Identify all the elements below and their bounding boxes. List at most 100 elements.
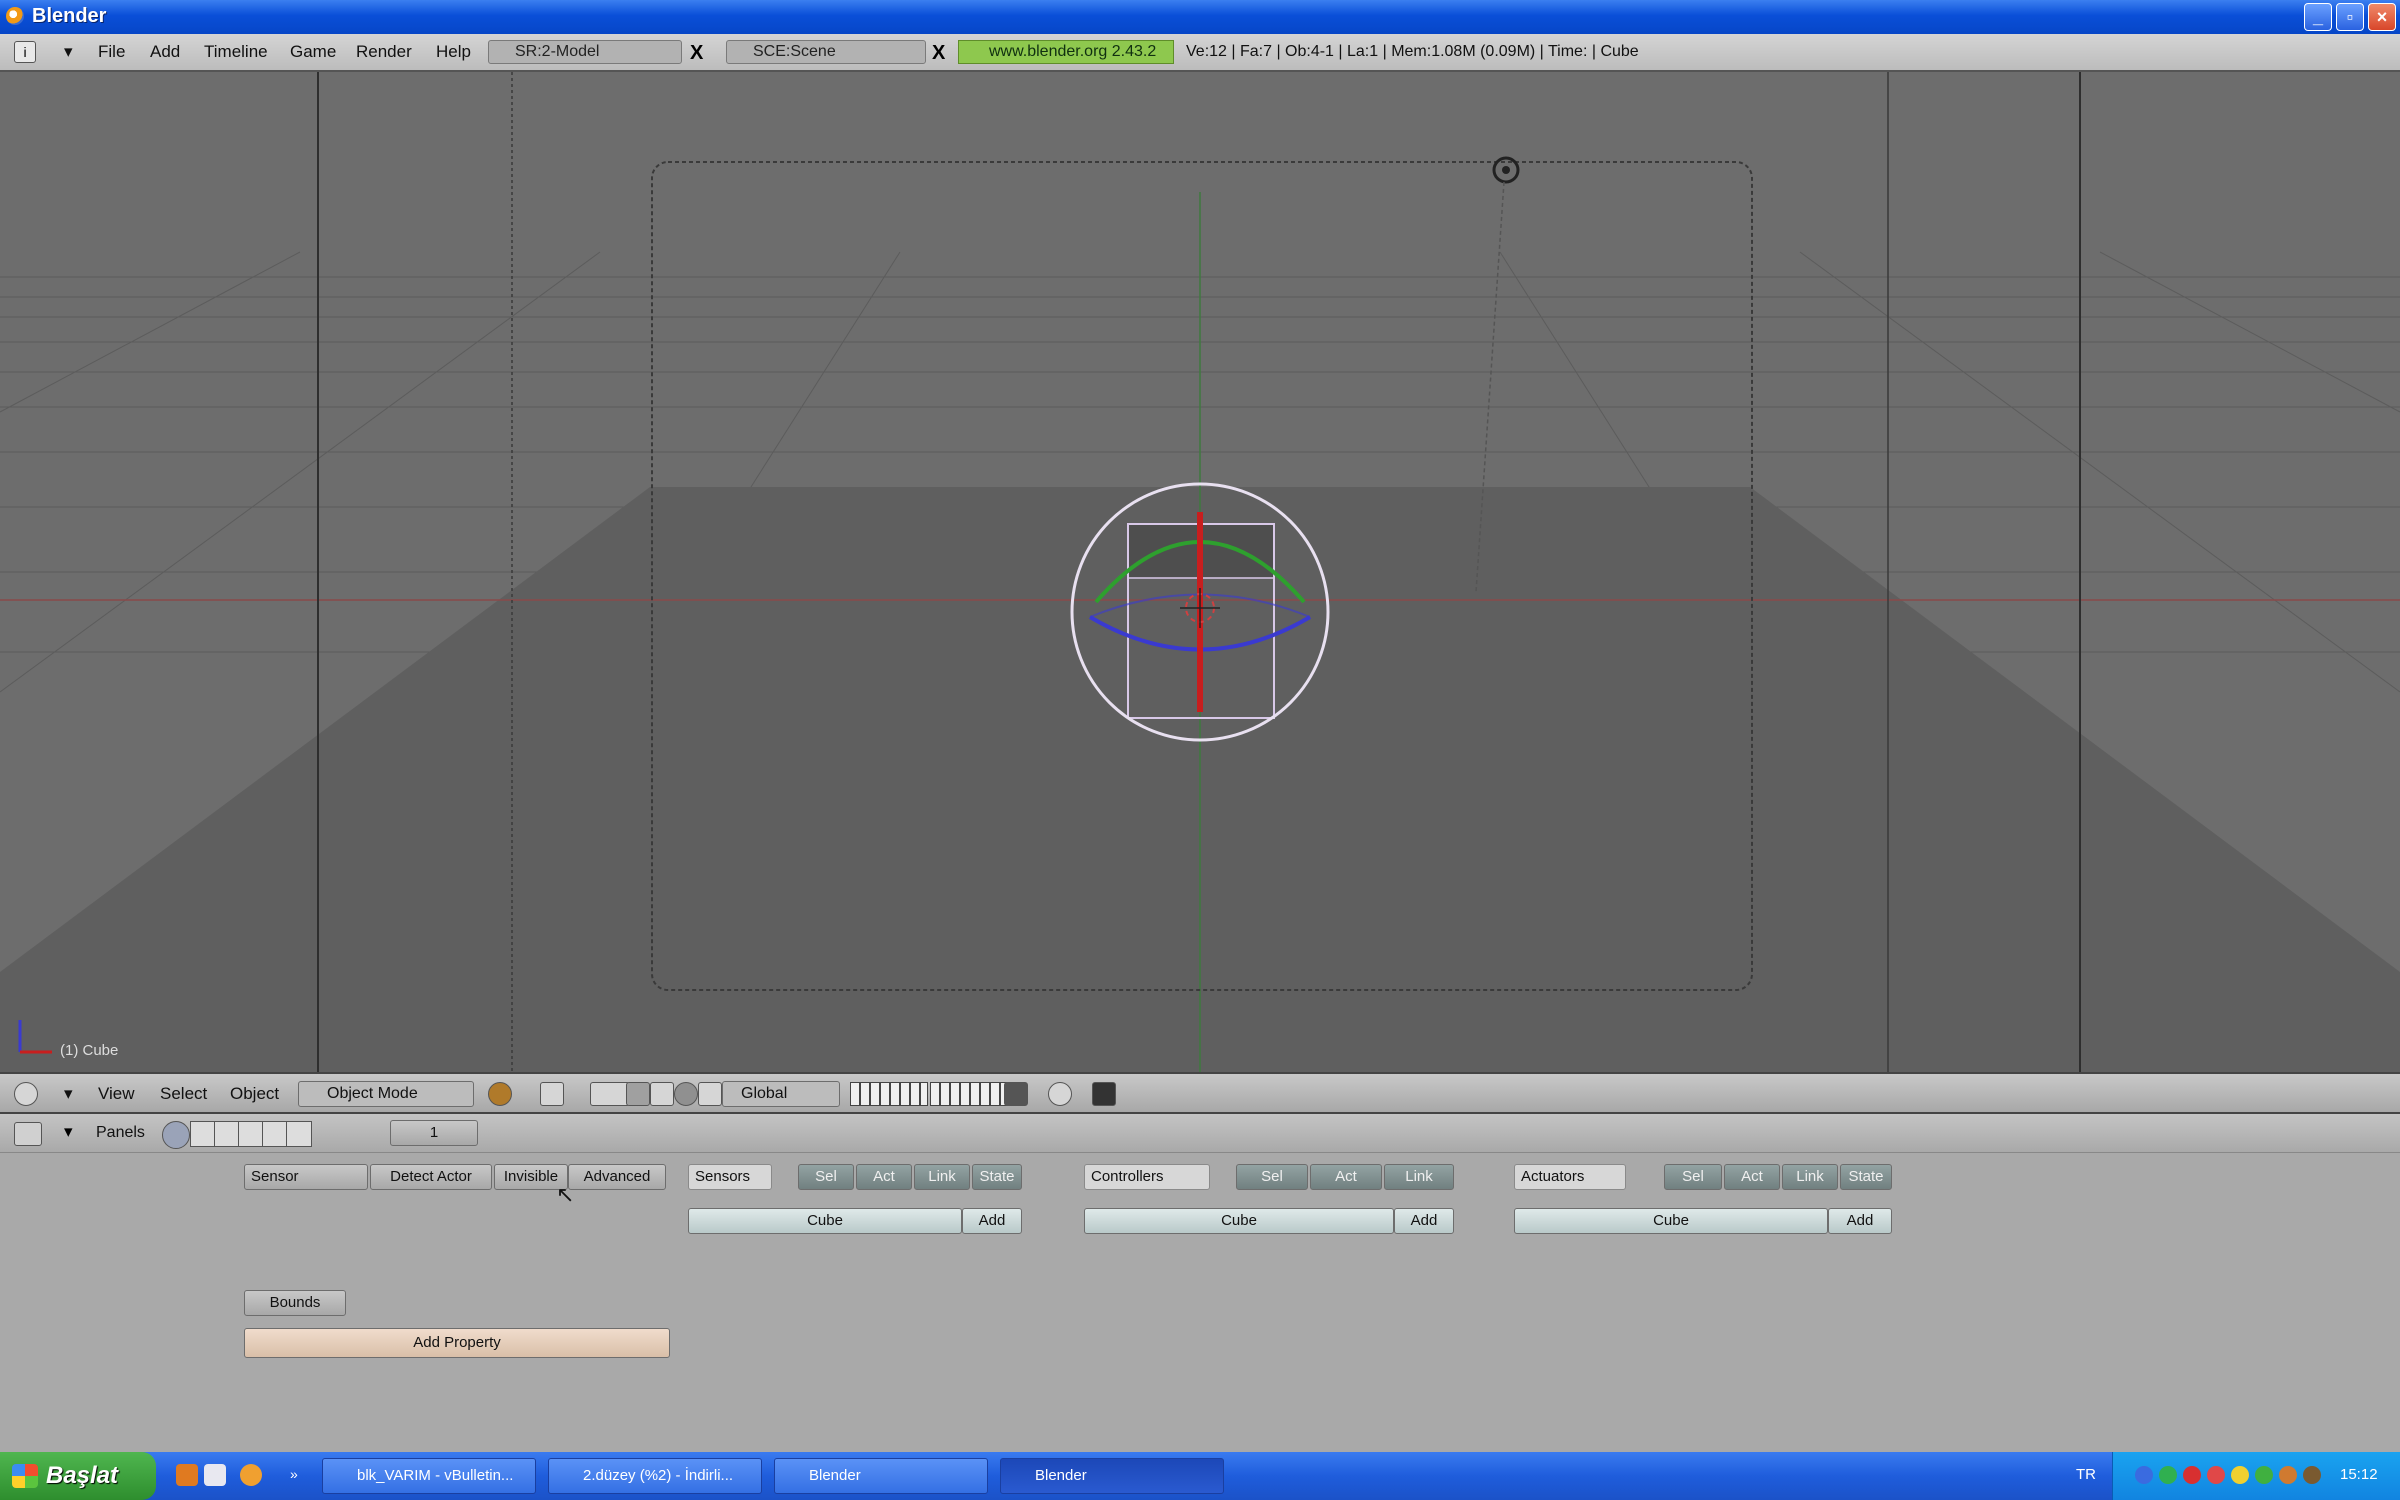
menu-add[interactable]: Add	[150, 42, 180, 62]
language-indicator[interactable]: TR	[2076, 1466, 2096, 1483]
scene-name: SCE:Scene	[753, 43, 836, 60]
menu-render[interactable]: Render	[356, 42, 412, 62]
actuators-state-button[interactable]: State	[1840, 1164, 1892, 1190]
blender-logo-icon	[6, 7, 24, 25]
actuators-add-button[interactable]: Add	[1828, 1208, 1892, 1234]
view3d-editor-icon[interactable]	[14, 1082, 38, 1106]
task-blender-1[interactable]: Blender	[774, 1458, 988, 1494]
info-header: i ▾ File Add Timeline Game Render Help S…	[0, 34, 2400, 72]
controllers-act-button[interactable]: Act	[1310, 1164, 1382, 1190]
orientation-value: Global	[741, 1085, 788, 1102]
add-property-button[interactable]: Add Property	[244, 1328, 670, 1358]
opengl-render-icon[interactable]	[1092, 1082, 1116, 1106]
maximize-button[interactable]: ▫	[2336, 3, 2364, 31]
rotate-icon[interactable]	[674, 1082, 698, 1106]
shading-context-icon[interactable]	[214, 1121, 240, 1147]
menu-game[interactable]: Game	[290, 42, 336, 62]
buttons-editor-icon[interactable]	[14, 1122, 42, 1146]
sensors-act-button[interactable]: Act	[856, 1164, 912, 1190]
screen-name: SR:2-Model	[515, 43, 600, 60]
messenger-tray-icon[interactable]	[2231, 1466, 2249, 1484]
detect-actor-toggle[interactable]: Detect Actor	[370, 1164, 492, 1190]
actuators-header[interactable]: Actuators	[1514, 1164, 1626, 1190]
update-tray-icon[interactable]	[2255, 1466, 2273, 1484]
mode-selector[interactable]: Object Mode	[298, 1081, 474, 1107]
layer-buttons-b[interactable]	[930, 1082, 1008, 1106]
window-titlebar: Blender _ ▫ ×	[0, 0, 2400, 34]
clock: 15:12	[2340, 1466, 2378, 1483]
viewport-drawing	[0, 72, 2400, 1072]
chevron-down-icon[interactable]: ▾	[64, 42, 73, 62]
actuators-sel-button[interactable]: Sel	[1664, 1164, 1722, 1190]
task-browser-forum[interactable]: blk_VARIM - vBulletin...	[322, 1458, 536, 1494]
media-tray-icon[interactable]	[2207, 1466, 2225, 1484]
pivot-icon[interactable]	[540, 1082, 564, 1106]
physics-type-menu[interactable]: Sensor	[244, 1164, 368, 1190]
firefox-quicklaunch-icon[interactable]	[176, 1464, 198, 1486]
lock-icon[interactable]	[1004, 1082, 1028, 1106]
minimize-button[interactable]: _	[2304, 3, 2332, 31]
start-button[interactable]: Başlat	[0, 1452, 156, 1500]
taskbar: Başlat » blk_VARIM - vBulletin... 2.düze…	[0, 1452, 2400, 1500]
actuators-link-button[interactable]: Link	[1782, 1164, 1838, 1190]
render-view-icon[interactable]	[1048, 1082, 1072, 1106]
controllers-sel-button[interactable]: Sel	[1236, 1164, 1308, 1190]
show-desktop-icon[interactable]	[204, 1464, 226, 1486]
script-context-icon[interactable]	[190, 1121, 216, 1147]
start-label: Başlat	[46, 1462, 119, 1489]
frame-number-field[interactable]: 1	[390, 1120, 478, 1146]
panels-label: Panels	[96, 1124, 145, 1141]
blender-version-link[interactable]: www.blender.org 2.43.2	[958, 40, 1174, 64]
close-button[interactable]: ×	[2368, 3, 2396, 31]
advanced-button[interactable]: Advanced	[568, 1164, 666, 1190]
layer-pivot-icon[interactable]	[590, 1082, 630, 1106]
editor-type-icon[interactable]: i	[14, 41, 36, 63]
scene-selector[interactable]: SCE:Scene	[726, 40, 926, 64]
antivirus-tray-icon[interactable]	[2183, 1466, 2201, 1484]
layer-buttons-a[interactable]	[850, 1082, 928, 1106]
menu-file[interactable]: File	[98, 42, 125, 62]
bounds-toggle[interactable]: Bounds	[244, 1290, 346, 1316]
controllers-add-button[interactable]: Add	[1394, 1208, 1454, 1234]
translate-icon[interactable]	[650, 1082, 674, 1106]
editing-context-icon[interactable]	[262, 1121, 288, 1147]
object-context-icon[interactable]	[238, 1121, 264, 1147]
controllers-object-cube[interactable]: Cube	[1084, 1208, 1394, 1234]
device-tray-icon[interactable]	[2303, 1466, 2321, 1484]
chevron-down-icon[interactable]: ▾	[64, 1122, 73, 1142]
task-blender-2[interactable]: Blender	[1000, 1458, 1224, 1494]
sensors-link-button[interactable]: Link	[914, 1164, 970, 1190]
logic-context-icon[interactable]	[162, 1121, 190, 1149]
scene-context-icon[interactable]	[286, 1121, 312, 1147]
screen-selector[interactable]: SR:2-Model	[488, 40, 682, 64]
controllers-link-button[interactable]: Link	[1384, 1164, 1454, 1190]
task-download[interactable]: 2.düzey (%2) - İndirli...	[548, 1458, 762, 1494]
sensors-state-button[interactable]: State	[972, 1164, 1022, 1190]
sensors-object-cube[interactable]: Cube	[688, 1208, 962, 1234]
menu-object[interactable]: Object	[230, 1084, 279, 1104]
volume-tray-icon[interactable]	[2279, 1466, 2297, 1484]
menu-select[interactable]: Select	[160, 1084, 207, 1104]
menu-help[interactable]: Help	[436, 42, 471, 62]
controllers-header[interactable]: Controllers	[1084, 1164, 1210, 1190]
sensors-add-button[interactable]: Add	[962, 1208, 1022, 1234]
chevron-down-icon[interactable]: ▾	[64, 1084, 73, 1104]
blender-quicklaunch-icon[interactable]	[240, 1464, 262, 1486]
delete-scene-icon[interactable]: X	[932, 42, 945, 65]
menu-timeline[interactable]: Timeline	[204, 42, 268, 62]
quicklaunch-expand-icon[interactable]: »	[290, 1466, 298, 1482]
security-tray-icon[interactable]	[2159, 1466, 2177, 1484]
frame-number-value: 1	[429, 1124, 439, 1141]
actuators-act-button[interactable]: Act	[1724, 1164, 1780, 1190]
orientation-selector[interactable]: Global	[722, 1081, 840, 1107]
network-tray-icon[interactable]	[2135, 1466, 2153, 1484]
sensors-header[interactable]: Sensors	[688, 1164, 772, 1190]
scale-icon[interactable]	[698, 1082, 722, 1106]
manipulator-icon[interactable]	[626, 1082, 650, 1106]
draw-type-icon[interactable]	[488, 1082, 512, 1106]
delete-screen-icon[interactable]: X	[690, 42, 703, 65]
3d-viewport[interactable]: (1) Cube	[0, 72, 2400, 1072]
sensors-sel-button[interactable]: Sel	[798, 1164, 854, 1190]
menu-view[interactable]: View	[98, 1084, 135, 1104]
actuators-object-cube[interactable]: Cube	[1514, 1208, 1828, 1234]
